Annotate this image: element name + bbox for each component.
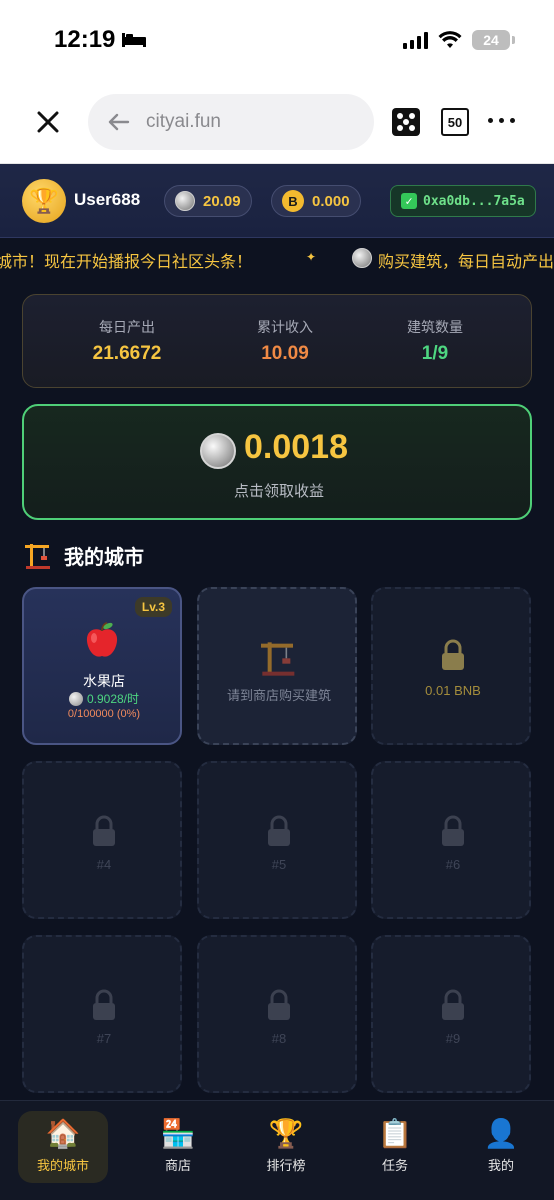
tabs-button[interactable]: 50 [441, 108, 469, 136]
lock-icon [268, 815, 290, 846]
building-name: 水果店 [83, 674, 125, 690]
unlock-price: 0.01 BNB [425, 683, 481, 698]
battery-icon: 24 [472, 30, 515, 50]
slot-number: #5 [271, 857, 287, 872]
stat-building-count: 建筑数量 1/9 [365, 317, 505, 365]
address-bar[interactable]: cityai.fun [88, 94, 374, 150]
bed-icon [122, 33, 147, 47]
tab-label: 我的 [487, 1159, 514, 1174]
close-icon[interactable] [34, 108, 62, 136]
coin-balance-value: 20.09 [203, 192, 241, 210]
building-slot-8[interactable]: #8 [197, 935, 357, 1093]
status-indicators: 24 [403, 30, 515, 50]
tab-label: 我的城市 [36, 1159, 89, 1174]
building-slot-6[interactable]: #6 [371, 761, 531, 919]
building-slot-1[interactable]: Lv.3 水果店 0.9028/时 0/100000 (0%) [22, 587, 182, 745]
trophy-icon: 🏆 [268, 1117, 304, 1150]
lock-icon [442, 639, 464, 670]
slot-number: #9 [445, 1031, 461, 1046]
lock-icon [442, 989, 464, 1020]
trophy-avatar-icon[interactable]: 🏆 [22, 179, 66, 223]
app-header: 🏆 User688 20.09 B 0.000 ✓ 0xa0db...7a5a [0, 164, 554, 238]
coin-balance[interactable]: 20.09 [164, 185, 252, 217]
stat-total-income: 累计收入 10.09 [215, 317, 355, 365]
browser-toolbar: cityai.fun 50 [0, 80, 554, 164]
section-title: 我的城市 [22, 540, 144, 570]
level-badge: Lv.3 [134, 597, 172, 617]
tab-profile[interactable]: 👤 我的 [456, 1111, 546, 1183]
claim-hint: 点击领取收益 [233, 482, 324, 500]
building-rate: 0.9028/时 [24, 690, 184, 707]
building-slot-2[interactable]: 请到商店购买建筑 [197, 587, 357, 745]
stats-card: 每日产出 21.6672 累计收入 10.09 建筑数量 1/9 [22, 294, 532, 388]
silver-coin-icon [200, 433, 236, 469]
house-icon: 🏠 [45, 1117, 81, 1150]
slot-number: #7 [96, 1031, 112, 1046]
back-arrow-icon[interactable] [108, 113, 130, 131]
lock-icon [93, 815, 115, 846]
signal-icon [403, 31, 428, 49]
apple-icon [86, 622, 118, 657]
check-icon: ✓ [401, 193, 417, 209]
lock-icon [268, 989, 290, 1020]
stat-label: 建筑数量 [407, 320, 463, 336]
tab-store[interactable]: 🏪 商店 [133, 1111, 223, 1183]
username: User688 [74, 190, 141, 209]
ticker-text-2: 购买建筑，每日自动产出 [378, 252, 554, 271]
section-title-text: 我的城市 [64, 544, 144, 569]
slot-number: #6 [445, 857, 461, 872]
stat-value: 10.09 [261, 343, 309, 364]
stat-value: 21.6672 [92, 343, 162, 364]
news-ticker: 城市！现在开始播报今日社区头条！ ✦ 购买建筑，每日自动产出 [0, 238, 554, 280]
building-slot-7[interactable]: #7 [22, 935, 182, 1093]
stat-label: 每日产出 [99, 320, 155, 336]
tab-my-city[interactable]: 🏠 我的城市 [18, 1111, 108, 1183]
claim-earnings-button[interactable]: 0.0018 点击领取收益 [22, 404, 532, 520]
wallet-address[interactable]: ✓ 0xa0db...7a5a [390, 185, 536, 217]
slot-number: #4 [96, 857, 112, 872]
building-slot-9[interactable]: #9 [371, 935, 531, 1093]
lock-icon [442, 815, 464, 846]
ticker-text-1: 城市！现在开始播报今日社区头条！ [0, 252, 253, 271]
stat-label: 累计收入 [257, 320, 313, 336]
building-progress: 0/100000 (0%) [67, 708, 141, 720]
user-icon: 👤 [483, 1117, 519, 1150]
tab-label: 商店 [164, 1159, 191, 1174]
wifi-icon [438, 31, 462, 48]
tab-label: 排行榜 [266, 1159, 306, 1174]
slot-hint: 请到商店购买建筑 [226, 688, 331, 703]
dice-icon[interactable] [390, 106, 422, 138]
stat-value: 1/9 [421, 343, 449, 364]
sparkle-icon: ✦ [306, 250, 317, 264]
silver-coin-icon [175, 191, 195, 211]
claim-amount: 0.0018 [244, 428, 348, 466]
silver-coin-icon [352, 248, 372, 268]
url-text: cityai.fun [146, 111, 221, 132]
crane-icon [261, 642, 295, 676]
bnb-balance[interactable]: B 0.000 [271, 185, 361, 217]
building-slot-5[interactable]: #5 [197, 761, 357, 919]
building-rate-value: 0.9028/时 [86, 692, 140, 706]
battery-level: 24 [483, 32, 499, 48]
store-icon: 🏪 [160, 1117, 196, 1150]
stat-daily-output: 每日产出 21.6672 [57, 317, 197, 365]
silver-coin-icon [68, 691, 83, 706]
lock-icon [93, 989, 115, 1020]
clipboard-icon: 📋 [377, 1117, 413, 1150]
tab-leaderboard[interactable]: 🏆 排行榜 [241, 1111, 331, 1183]
crane-icon [25, 544, 50, 569]
slot-number: #8 [271, 1031, 287, 1046]
clock-text: 12:19 [54, 26, 116, 53]
tab-tasks[interactable]: 📋 任务 [350, 1111, 440, 1183]
wallet-address-text: 0xa0db...7a5a [423, 193, 525, 209]
status-bar: 12:19 24 [0, 0, 554, 80]
more-icon[interactable] [488, 118, 515, 123]
status-time: 12:19 [54, 26, 147, 54]
bnb-balance-value: 0.000 [312, 192, 350, 210]
bottom-nav: 🏠 我的城市 🏪 商店 🏆 排行榜 📋 任务 👤 我的 [0, 1100, 554, 1200]
building-slot-4[interactable]: #4 [22, 761, 182, 919]
bnb-icon: B [282, 190, 304, 212]
tab-label: 任务 [381, 1159, 408, 1174]
building-slot-3[interactable]: 0.01 BNB [371, 587, 531, 745]
